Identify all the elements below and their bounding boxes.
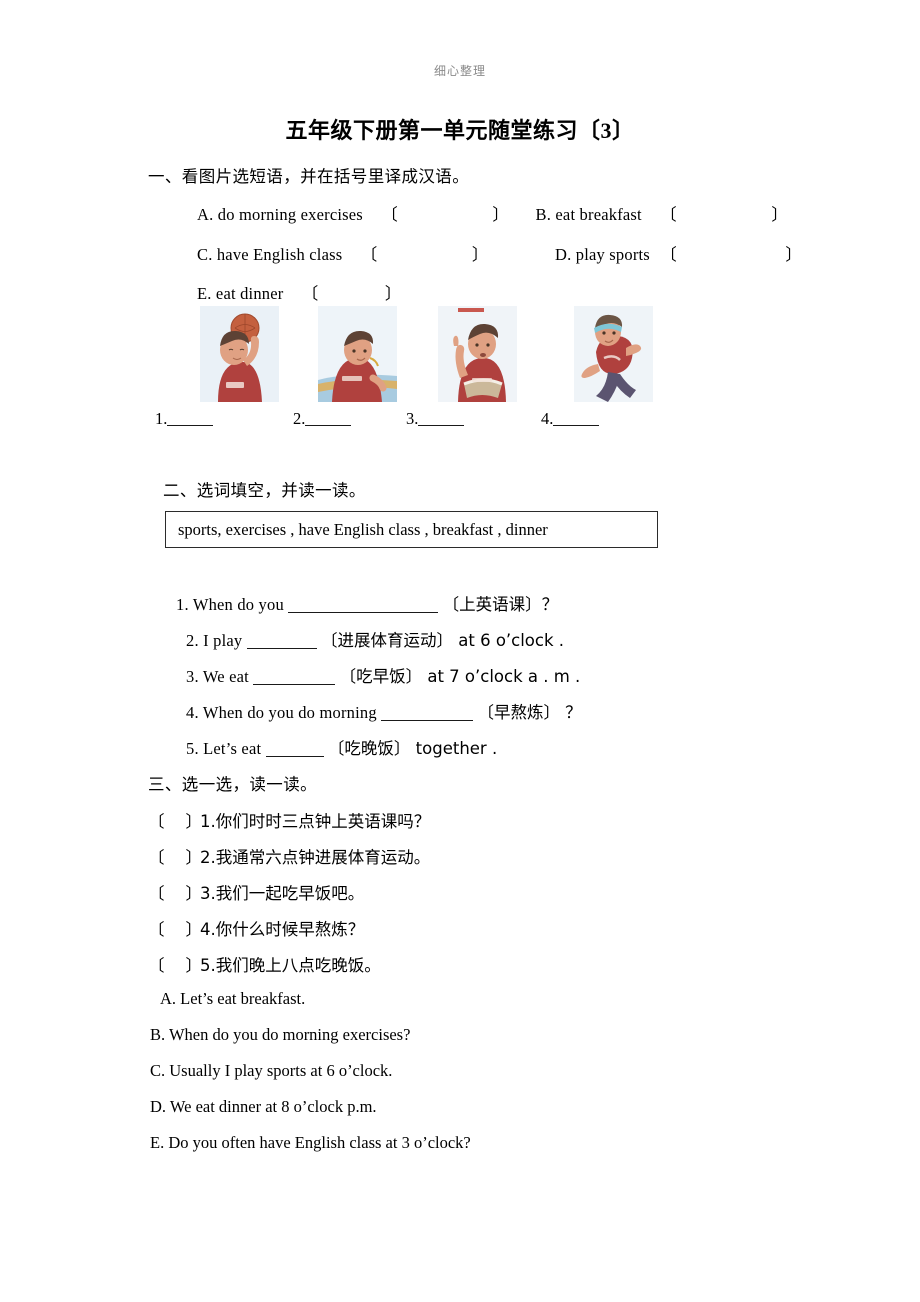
worksheet-page: 细心整理 五年级下册第一单元随堂练习〔3〕 一、看图片选短语，并在括号里译成汉语… bbox=[0, 0, 920, 1302]
picture-answer-1-number: 1. bbox=[155, 409, 168, 428]
option-e-bracket-open: 〔 bbox=[301, 284, 319, 303]
picture-strip bbox=[0, 306, 920, 402]
match-item-1-text: 1.你们时时三点钟上英语课吗？ bbox=[200, 812, 431, 831]
fill-question-2-before: I play bbox=[203, 631, 243, 650]
fill-question-3-blank[interactable] bbox=[253, 670, 336, 685]
fill-question-5-number: 5. bbox=[186, 739, 199, 758]
match-item-3-bracket[interactable]: 〔 〕 bbox=[148, 880, 202, 904]
fill-question-1: 1. When do you 〔上英语课〕？ bbox=[176, 591, 558, 615]
match-item-1: 〔 〕1.你们时时三点钟上英语课吗？ bbox=[148, 808, 430, 832]
fill-question-3-before: We eat bbox=[202, 667, 249, 686]
answer-option-c: C. Usually I play sports at 6 o’clock. bbox=[150, 1061, 393, 1080]
answer-option-e: E. Do you often have English class at 3 … bbox=[150, 1133, 471, 1152]
match-item-3-bracket-open: 〔 bbox=[148, 884, 165, 903]
match-item-1-bracket[interactable]: 〔 〕 bbox=[148, 808, 202, 832]
option-d-bracket-open: 〔 bbox=[660, 245, 677, 264]
fill-question-3-number: 3. bbox=[186, 667, 199, 686]
option-d-label: D. play sports bbox=[555, 245, 650, 264]
fill-question-1-after: 〔上英语课〕？ bbox=[442, 595, 559, 614]
option-a-bracket-open: 〔 bbox=[381, 205, 398, 224]
match-item-2: 〔 〕2.我通常六点钟进展体育运动。 bbox=[148, 844, 430, 868]
fill-question-1-number: 1. bbox=[176, 595, 189, 614]
option-c-label: C. have English class bbox=[197, 245, 343, 264]
word-bank-text: sports, exercises , have English class ,… bbox=[178, 519, 548, 539]
option-e-bracket-close: 〕 bbox=[384, 284, 402, 303]
picture-answer-4[interactable]: 4. bbox=[541, 409, 600, 429]
match-item-5: 〔 〕5.我们晚上八点吃晚饭。 bbox=[148, 952, 381, 976]
option-row-cd: C. have English class 〔 〕 D. play sports… bbox=[197, 241, 802, 265]
option-b-label: B. eat breakfast bbox=[535, 205, 642, 224]
picture-boy-holding-basketball bbox=[200, 306, 279, 402]
picture-answer-4-blank[interactable] bbox=[553, 412, 600, 426]
fill-question-5-after: 〔吃晚饭〕 together . bbox=[327, 739, 498, 758]
option-e-label: E. eat dinner bbox=[197, 284, 284, 303]
picture-answer-3[interactable]: 3. bbox=[406, 409, 465, 429]
picture-answer-1[interactable]: 1. bbox=[155, 409, 214, 429]
section-3-heading: 三、选一选，读一读。 bbox=[148, 775, 317, 794]
word-bank-box: sports, exercises , have English class ,… bbox=[165, 511, 658, 548]
picture-boy-running-with-headband bbox=[574, 306, 653, 402]
match-item-5-text: 5.我们晚上八点吃晚饭。 bbox=[200, 956, 381, 975]
fill-question-1-before: When do you bbox=[192, 595, 284, 614]
picture-answer-3-number: 3. bbox=[406, 409, 419, 428]
picture-answer-1-blank[interactable] bbox=[167, 412, 214, 426]
worksheet-content: 一、看图片选短语，并在括号里译成汉语。 A. do morning exerci… bbox=[0, 0, 920, 1302]
picture-boy-raising-hand-with-book bbox=[438, 306, 517, 402]
fill-question-4-after: 〔早熬炼〕 ？ bbox=[477, 703, 582, 722]
picture-answer-2-blank[interactable] bbox=[305, 412, 352, 426]
fill-question-4: 4. When do you do morning 〔早熬炼〕 ？ bbox=[186, 699, 582, 723]
fill-question-1-blank[interactable] bbox=[288, 598, 439, 613]
option-d-bracket-close: 〕 bbox=[785, 245, 802, 264]
match-item-1-bracket-open: 〔 bbox=[148, 812, 165, 831]
fill-question-3: 3. We eat 〔吃早饭〕 at 7 o’clock a . m . bbox=[186, 663, 580, 687]
section-2-heading: 二、选词填空，并读一读。 bbox=[163, 481, 366, 500]
fill-question-2-after: 〔进展体育运动〕 at 6 o’clock . bbox=[321, 631, 565, 650]
fill-question-4-number: 4. bbox=[186, 703, 199, 722]
option-c-bracket-open: 〔 bbox=[360, 245, 378, 264]
fill-question-2-number: 2. bbox=[186, 631, 199, 650]
option-a-bracket-close: 〕 bbox=[492, 205, 509, 224]
picture-answer-2[interactable]: 2. bbox=[293, 409, 352, 429]
answer-option-a: A. Let’s eat breakfast. bbox=[160, 989, 306, 1008]
section-1-heading: 一、看图片选短语，并在括号里译成汉语。 bbox=[148, 167, 470, 186]
fill-question-3-after: 〔吃早饭〕 at 7 o’clock a . m . bbox=[339, 667, 581, 686]
option-b-bracket-open: 〔 bbox=[660, 205, 677, 224]
option-c-bracket-close: 〕 bbox=[471, 245, 489, 264]
fill-question-5-blank[interactable] bbox=[265, 742, 324, 757]
fill-question-4-blank[interactable] bbox=[381, 706, 474, 721]
fill-question-5-before: Let’s eat bbox=[203, 739, 262, 758]
picture-answer-2-number: 2. bbox=[293, 409, 306, 428]
match-item-4: 〔 〕4.你什么时候早熬炼？ bbox=[148, 916, 364, 940]
option-row-ab: A. do morning exercises 〔 〕 B. eat break… bbox=[197, 201, 788, 225]
match-item-4-bracket-open: 〔 bbox=[148, 920, 165, 939]
match-item-3: 〔 〕3.我们一起吃早饭吧。 bbox=[148, 880, 364, 904]
picture-answer-3-blank[interactable] bbox=[418, 412, 465, 426]
option-b-bracket-close: 〕 bbox=[771, 205, 788, 224]
match-item-5-bracket[interactable]: 〔 〕 bbox=[148, 952, 202, 976]
picture-boy-eating-at-table bbox=[318, 306, 397, 402]
match-item-2-text: 2.我通常六点钟进展体育运动。 bbox=[200, 848, 431, 867]
fill-question-2: 2. I play 〔进展体育运动〕 at 6 o’clock . bbox=[186, 627, 564, 651]
option-a-label: A. do morning exercises bbox=[197, 205, 363, 224]
match-item-2-bracket[interactable]: 〔 〕 bbox=[148, 844, 202, 868]
match-item-2-bracket-open: 〔 bbox=[148, 848, 165, 867]
fill-question-2-blank[interactable] bbox=[246, 634, 317, 649]
answer-option-b: B. When do you do morning exercises? bbox=[150, 1025, 411, 1044]
match-item-3-text: 3.我们一起吃早饭吧。 bbox=[200, 884, 365, 903]
fill-question-5: 5. Let’s eat 〔吃晚饭〕 together . bbox=[186, 735, 497, 759]
match-item-4-bracket[interactable]: 〔 〕 bbox=[148, 916, 202, 940]
match-item-5-bracket-open: 〔 bbox=[148, 956, 165, 975]
option-row-e: E. eat dinner 〔 〕 bbox=[197, 280, 401, 304]
picture-answer-4-number: 4. bbox=[541, 409, 554, 428]
fill-question-4-before: When do you do morning bbox=[202, 703, 377, 722]
picture-answer-blanks: 1. 2. 3. 4. bbox=[0, 409, 920, 433]
answer-option-d: D. We eat dinner at 8 o’clock p.m. bbox=[150, 1097, 377, 1116]
match-item-4-text: 4.你什么时候早熬炼？ bbox=[200, 920, 365, 939]
